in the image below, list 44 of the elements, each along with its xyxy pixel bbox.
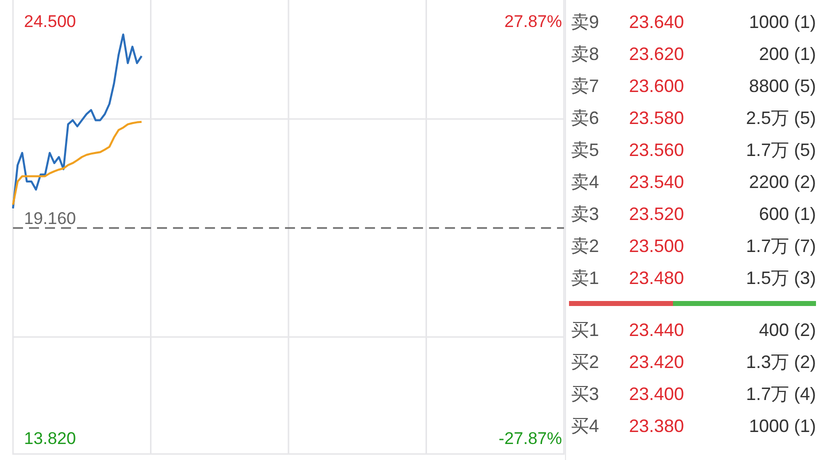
- price-value: 23.500: [629, 236, 686, 256]
- change-label: -27.87%: [498, 429, 562, 448]
- volume-value: 1000 (1): [748, 12, 816, 32]
- volume-value: 1.7万 (4): [744, 383, 816, 406]
- level-label: 买3: [570, 383, 600, 406]
- price-value: 23.620: [629, 44, 686, 64]
- volume-value: 200 (1): [758, 44, 816, 64]
- price-value: 23.580: [629, 108, 686, 128]
- axis-label: 19.160: [24, 209, 76, 228]
- price-value: 23.520: [629, 204, 686, 224]
- price-value: 23.420: [629, 352, 686, 372]
- price-value: 23.540: [629, 172, 686, 192]
- level-label: 卖7: [570, 75, 600, 98]
- volume-value: 400 (2): [758, 320, 816, 340]
- price-value: 23.400: [629, 384, 686, 404]
- volume-value: 600 (1): [758, 204, 816, 224]
- level-label: 卖4: [570, 171, 600, 194]
- level-label: 卖6: [570, 107, 600, 130]
- price-value: 23.560: [629, 140, 686, 160]
- level-label: 买2: [570, 351, 600, 374]
- level-label: 卖2: [570, 235, 600, 258]
- level-label: 卖8: [570, 43, 600, 66]
- axis-label: 13.820: [24, 429, 76, 448]
- volume-value: 1000 (1): [748, 416, 816, 436]
- level-label: 卖9: [570, 11, 600, 34]
- volume-value: 1.7万 (5): [744, 139, 816, 162]
- volume-value: 1.3万 (2): [744, 351, 816, 374]
- level-label: 卖5: [570, 139, 600, 162]
- price-value: 23.640: [629, 12, 686, 32]
- level-label: 买4: [570, 415, 600, 438]
- axis-label: 24.500: [24, 12, 76, 31]
- volume-value: 8800 (5): [748, 76, 816, 96]
- price-value: 23.380: [629, 416, 686, 436]
- level-label: 卖3: [570, 203, 600, 226]
- volume-value: 1.7万 (7): [744, 235, 816, 258]
- volume-value: 2200 (2): [748, 172, 816, 192]
- change-label: 27.87%: [504, 12, 562, 31]
- level-label: 买1: [570, 319, 600, 342]
- price-value: 23.440: [629, 320, 686, 340]
- level-label: 卖1: [570, 267, 600, 290]
- volume-value: 2.5万 (5): [744, 107, 816, 130]
- price-value: 23.480: [629, 268, 686, 288]
- price-value: 23.600: [629, 76, 686, 96]
- volume-value: 1.5万 (3): [744, 267, 816, 290]
